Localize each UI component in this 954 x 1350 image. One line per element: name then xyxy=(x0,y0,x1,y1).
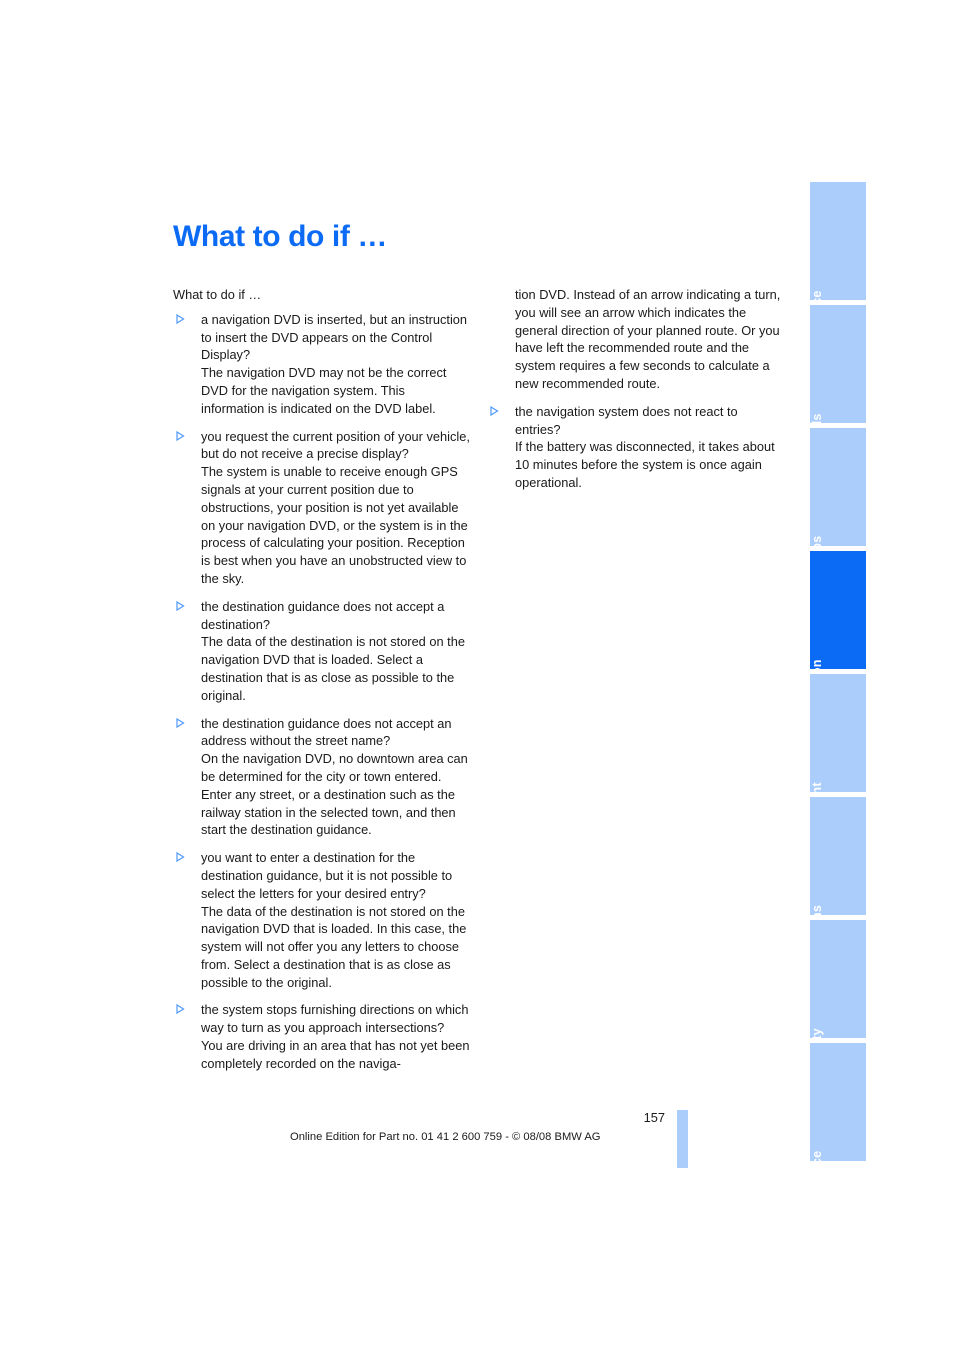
continuation-paragraph: tion DVD. Instead of an arrow indicating… xyxy=(515,287,781,391)
sidebar-tab-label: Controls xyxy=(810,413,866,423)
list-item: a navigation DVD is inserted, but an ins… xyxy=(173,311,471,418)
faq-answer: If the battery was disconnected, it take… xyxy=(515,439,775,490)
faq-answer: The system is unable to receive enough G… xyxy=(201,464,468,586)
sidebar-tab-entertainment[interactable]: Entertainment xyxy=(810,674,866,792)
faq-question: you request the current position of your… xyxy=(201,428,470,462)
faq-question: the destination guidance does not accept… xyxy=(201,598,445,632)
faq-question: a navigation DVD is inserted, but an ins… xyxy=(201,311,468,363)
sidebar-tab-driving-tips[interactable]: Driving tips xyxy=(810,428,866,546)
list-item: the destination guidance does not accept… xyxy=(173,715,471,840)
sidebar-tab-label: Communications xyxy=(810,905,866,915)
faq-answer: The navigation DVD may not be the correc… xyxy=(201,365,447,416)
faq-question: the navigation system does not react to … xyxy=(515,403,738,437)
list-item: the navigation system does not react to … xyxy=(487,403,785,492)
list-item: you request the current position of your… xyxy=(173,428,471,588)
faq-question: the destination guidance does not accept… xyxy=(201,715,452,749)
faq-question: you want to enter a destination for the … xyxy=(201,850,453,901)
sidebar-tab-navigation[interactable]: Navigation xyxy=(810,551,866,669)
sidebar-tab-label: Driving tips xyxy=(810,536,866,546)
sidebar-tab-label: Reference xyxy=(810,1151,866,1161)
faq-list-right: the navigation system does not react to … xyxy=(487,403,785,492)
sidebar-tab-mobility[interactable]: Mobility xyxy=(810,920,866,1038)
sidebar-tab-at-a-glance[interactable]: At a glance xyxy=(810,182,866,300)
faq-answer: You are driving in an area that has not … xyxy=(201,1038,470,1071)
sidebar-tab-label: At a glance xyxy=(810,290,866,300)
faq-answer: On the navigation DVD, no downtown area … xyxy=(201,751,468,838)
page-title: What to do if … xyxy=(173,220,387,253)
footer-marker-bar xyxy=(677,1110,688,1168)
sidebar-tab-reference[interactable]: Reference xyxy=(810,1043,866,1161)
sidebar-tab-label: Navigation xyxy=(810,659,866,669)
page-number: 157 xyxy=(643,1110,665,1125)
list-item: the system stops furnishing directions o… xyxy=(173,1001,471,1072)
sidebar-tab-label: Entertainment xyxy=(810,782,866,792)
faq-answer: The data of the destination is not store… xyxy=(201,634,465,703)
footer-credit: Online Edition for Part no. 01 41 2 600 … xyxy=(290,1131,601,1143)
faq-question: the system stops furnishing directions o… xyxy=(201,1002,469,1036)
list-item: the destination guidance does not accept… xyxy=(173,598,471,705)
sidebar-tab-communications[interactable]: Communications xyxy=(810,797,866,915)
body-column-left: What to do if … a navigation DVD is inse… xyxy=(173,286,471,1073)
side-tab-rail: At a glance Controls Driving tips Navigatio… xyxy=(810,182,866,1167)
faq-list-left: a navigation DVD is inserted, but an ins… xyxy=(173,311,471,1073)
sidebar-tab-label: Mobility xyxy=(810,1028,866,1038)
intro-line: What to do if … xyxy=(173,287,262,302)
faq-answer: The data of the destination is not store… xyxy=(201,903,467,990)
sidebar-tab-controls[interactable]: Controls xyxy=(810,305,866,423)
list-item: you want to enter a destination for the … xyxy=(173,849,471,991)
body-column-right: tion DVD. Instead of an arrow indicating… xyxy=(487,286,785,492)
